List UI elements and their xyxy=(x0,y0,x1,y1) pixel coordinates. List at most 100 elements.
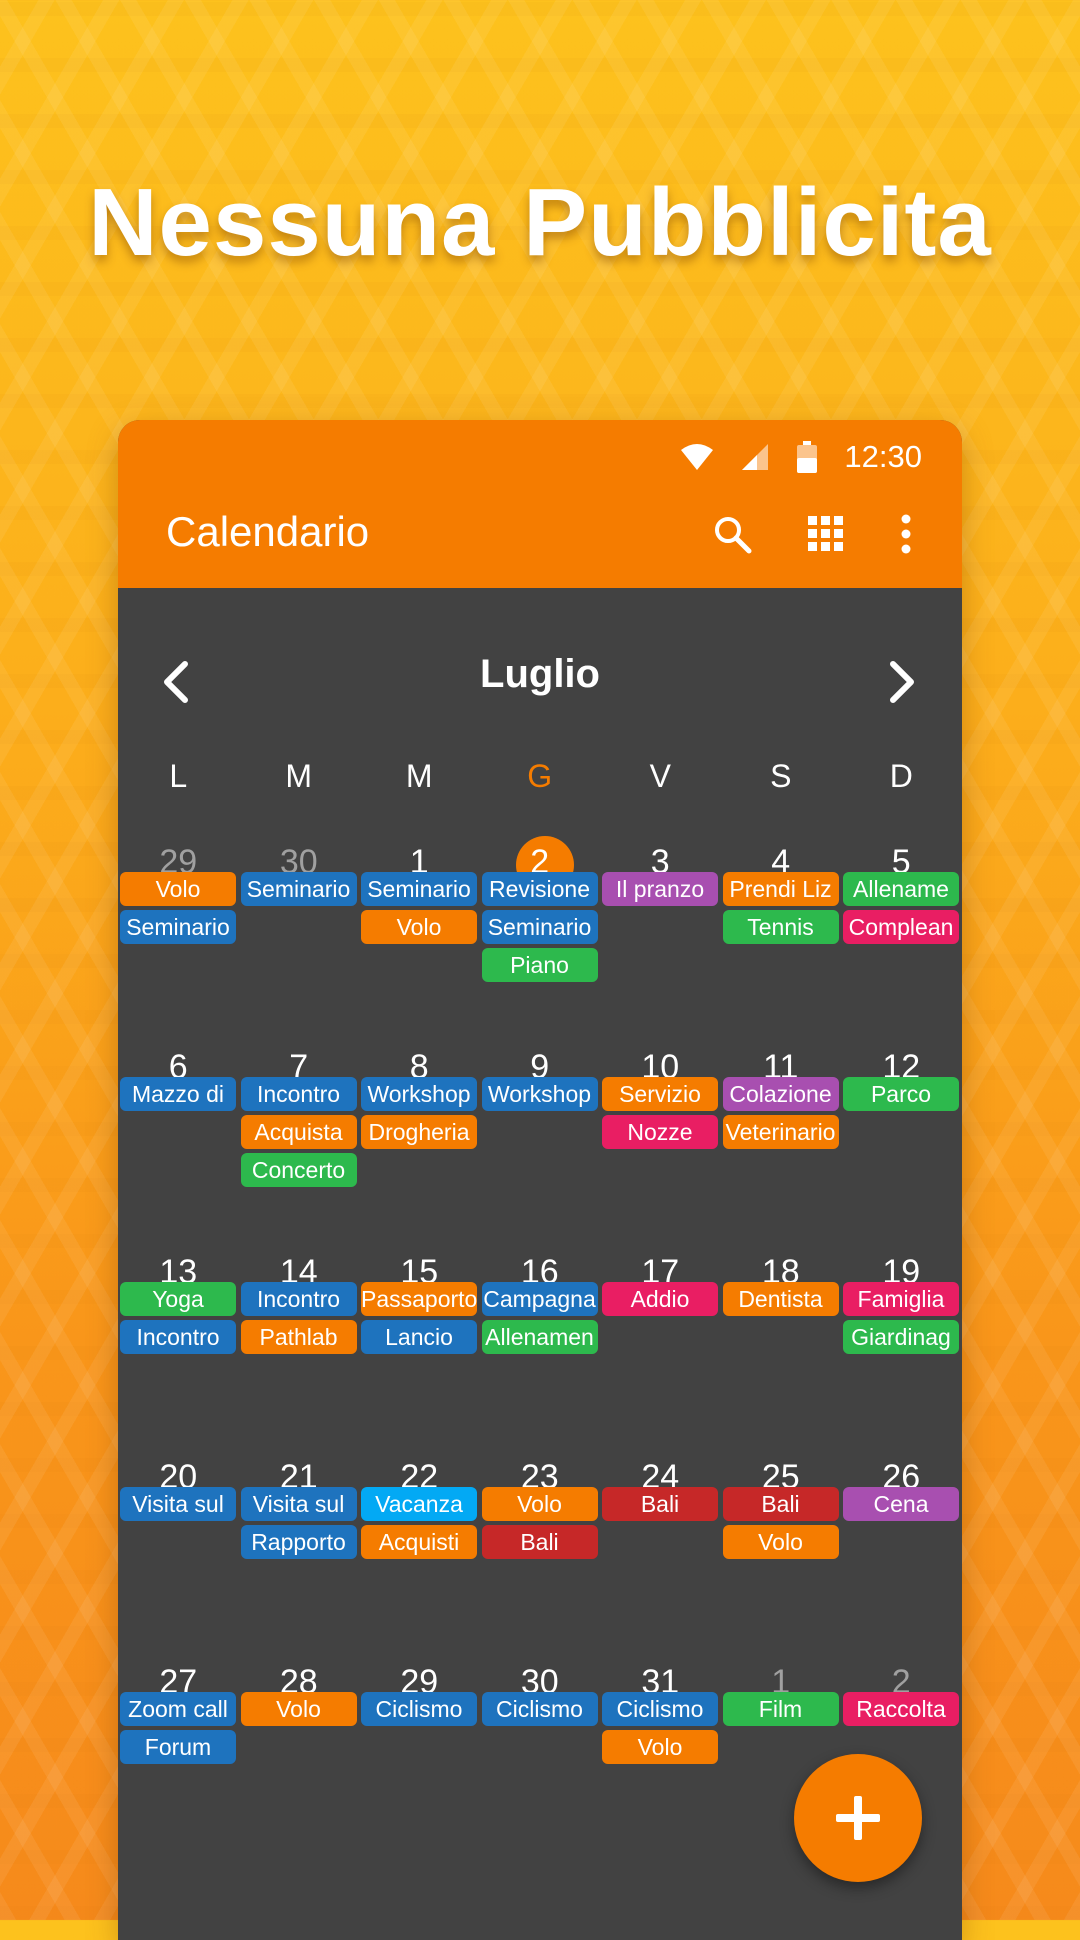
phone-screen: 12:30 Calendario Luglio L M M G V S D 29… xyxy=(118,420,962,1940)
event-chip[interactable]: Pathlab xyxy=(240,1320,357,1354)
event-chip[interactable]: Acquisti xyxy=(361,1525,477,1559)
event-chip[interactable]: Incontro xyxy=(240,1077,357,1111)
event-chip[interactable]: Giardinag xyxy=(843,1320,959,1354)
weekday-label: G xyxy=(527,758,553,794)
day-cell[interactable]: 8 Workshop Drogheria xyxy=(359,1045,480,1250)
event-chip[interactable]: Piano xyxy=(481,948,598,982)
event-chip[interactable]: Servizio xyxy=(602,1077,718,1111)
event-chip[interactable]: Incontro xyxy=(240,1282,357,1316)
month-title[interactable]: Luglio xyxy=(118,652,962,697)
event-chip[interactable]: Zoom call xyxy=(120,1692,236,1726)
event-chip[interactable]: Seminario xyxy=(240,872,357,906)
day-cell[interactable]: 3 Il pranzo xyxy=(600,840,721,1045)
event-chip[interactable]: Seminario xyxy=(481,910,598,944)
event-chip[interactable]: Bali xyxy=(481,1525,598,1559)
weekday-label: D xyxy=(889,758,913,794)
search-button[interactable] xyxy=(704,506,760,562)
event-chip[interactable]: Ciclismo xyxy=(602,1692,718,1726)
day-cell[interactable]: 23 Volo Bali xyxy=(480,1455,601,1660)
event-chip[interactable]: Dentista xyxy=(722,1282,839,1316)
day-cell[interactable]: 27 Zoom call Forum xyxy=(118,1660,239,1865)
event-chip[interactable]: Visita sul xyxy=(120,1487,236,1521)
day-cell[interactable]: 29 Ciclismo xyxy=(359,1660,480,1865)
day-cell[interactable]: 30 Seminario xyxy=(239,840,360,1045)
event-chip[interactable]: Visita sul xyxy=(240,1487,357,1521)
event-chip[interactable]: Prendi Liz xyxy=(722,872,839,906)
event-chip[interactable]: Passaporto xyxy=(361,1282,477,1316)
event-chip[interactable]: Bali xyxy=(722,1487,839,1521)
day-cell[interactable]: 2 Revisione Seminario Piano xyxy=(480,836,601,1045)
event-chip[interactable]: Colazione xyxy=(722,1077,839,1111)
day-cell[interactable]: 28 Volo xyxy=(239,1660,360,1865)
event-chip[interactable]: Seminario xyxy=(120,910,236,944)
event-chip[interactable]: Allename xyxy=(843,872,959,906)
event-chip[interactable]: Volo xyxy=(722,1525,839,1559)
event-chip[interactable]: Ciclismo xyxy=(481,1692,598,1726)
event-chip[interactable]: Volo xyxy=(481,1487,598,1521)
event-chip[interactable]: Seminario xyxy=(361,872,477,906)
day-cell[interactable]: 22 Vacanza Acquisti xyxy=(359,1455,480,1660)
event-chip[interactable]: Cena xyxy=(843,1487,959,1521)
event-chip[interactable]: Allenamen xyxy=(481,1320,598,1354)
day-cell[interactable]: 6 Mazzo di xyxy=(118,1045,239,1250)
day-cell[interactable]: 7 Incontro Acquista Concerto xyxy=(239,1045,360,1250)
event-chip[interactable]: Forum xyxy=(120,1730,236,1764)
day-cell[interactable]: 11 Colazione Veterinario xyxy=(721,1045,842,1250)
event-chip[interactable]: Workshop xyxy=(481,1077,598,1111)
day-cell[interactable]: 25 Bali Volo xyxy=(721,1455,842,1660)
event-chip[interactable]: Incontro xyxy=(120,1320,236,1354)
day-cell[interactable]: 18 Dentista xyxy=(721,1250,842,1455)
event-chip[interactable]: Tennis xyxy=(722,910,839,944)
event-chip[interactable]: Volo xyxy=(120,872,236,906)
event-chip[interactable]: Volo xyxy=(240,1692,357,1726)
day-cell[interactable]: 9 Workshop xyxy=(480,1045,601,1250)
day-cell[interactable]: 19 Famiglia Giardinag xyxy=(841,1250,962,1455)
event-chip[interactable]: Acquista xyxy=(240,1115,357,1149)
event-chip[interactable]: Famiglia xyxy=(843,1282,959,1316)
event-chip[interactable]: Film xyxy=(722,1692,839,1726)
day-cell[interactable]: 29 Volo Seminario xyxy=(118,840,239,1045)
day-cell[interactable]: 4 Prendi Liz Tennis xyxy=(721,840,842,1045)
day-cell[interactable]: 21 Visita sul Rapporto xyxy=(239,1455,360,1660)
day-cell[interactable]: 26 Cena xyxy=(841,1455,962,1660)
event-chip[interactable]: Vacanza xyxy=(361,1487,477,1521)
day-cell[interactable]: 1 Seminario Volo xyxy=(359,840,480,1045)
day-cell[interactable]: 17 Addio xyxy=(600,1250,721,1455)
day-cell[interactable]: 10 Servizio Nozze xyxy=(600,1045,721,1250)
day-cell[interactable]: 13 Yoga Incontro xyxy=(118,1250,239,1455)
event-chip[interactable]: Bali xyxy=(602,1487,718,1521)
day-cell[interactable]: 16 Campagna Allenamen xyxy=(480,1250,601,1455)
event-chip[interactable]: Complean xyxy=(843,910,959,944)
day-cell[interactable]: 30 Ciclismo xyxy=(480,1660,601,1865)
event-chip[interactable]: Concerto xyxy=(240,1153,357,1187)
event-chip[interactable]: Veterinario xyxy=(722,1115,839,1149)
day-cell[interactable]: 20 Visita sul xyxy=(118,1455,239,1660)
event-chip[interactable]: Volo xyxy=(361,910,477,944)
grid-view-button[interactable] xyxy=(798,506,854,562)
event-chip[interactable]: Drogheria xyxy=(361,1115,477,1149)
more-options-button[interactable] xyxy=(878,506,934,562)
event-chip[interactable]: Rapporto xyxy=(240,1525,357,1559)
event-chip[interactable]: Addio xyxy=(602,1282,718,1316)
event-chip[interactable]: Nozze xyxy=(602,1115,718,1149)
next-month-button[interactable] xyxy=(872,652,932,712)
event-chip[interactable]: Campagna xyxy=(481,1282,598,1316)
event-chip[interactable]: Parco xyxy=(843,1077,959,1111)
day-cell[interactable]: 24 Bali xyxy=(600,1455,721,1660)
day-cell[interactable]: 12 Parco xyxy=(841,1045,962,1250)
event-chip[interactable]: Volo xyxy=(602,1730,718,1764)
event-chip[interactable]: Lancio xyxy=(361,1320,477,1354)
event-chip[interactable]: Ciclismo xyxy=(361,1692,477,1726)
event-chip[interactable]: Raccolta xyxy=(843,1692,959,1726)
event-chip[interactable]: Mazzo di xyxy=(120,1077,236,1111)
event-chip[interactable]: Yoga xyxy=(120,1282,236,1316)
app-title: Calendario xyxy=(166,508,370,555)
day-cell[interactable]: 31 Ciclismo Volo xyxy=(600,1660,721,1865)
day-cell[interactable]: 5 Allename Complean xyxy=(841,840,962,1045)
event-chip[interactable]: Revisione xyxy=(481,872,598,906)
event-chip[interactable]: Workshop xyxy=(361,1077,477,1111)
day-cell[interactable]: 15 Passaporto Lancio xyxy=(359,1250,480,1455)
day-cell[interactable]: 14 Incontro Pathlab xyxy=(239,1250,360,1455)
add-event-button[interactable] xyxy=(794,1754,922,1882)
event-chip[interactable]: Il pranzo xyxy=(602,872,718,906)
